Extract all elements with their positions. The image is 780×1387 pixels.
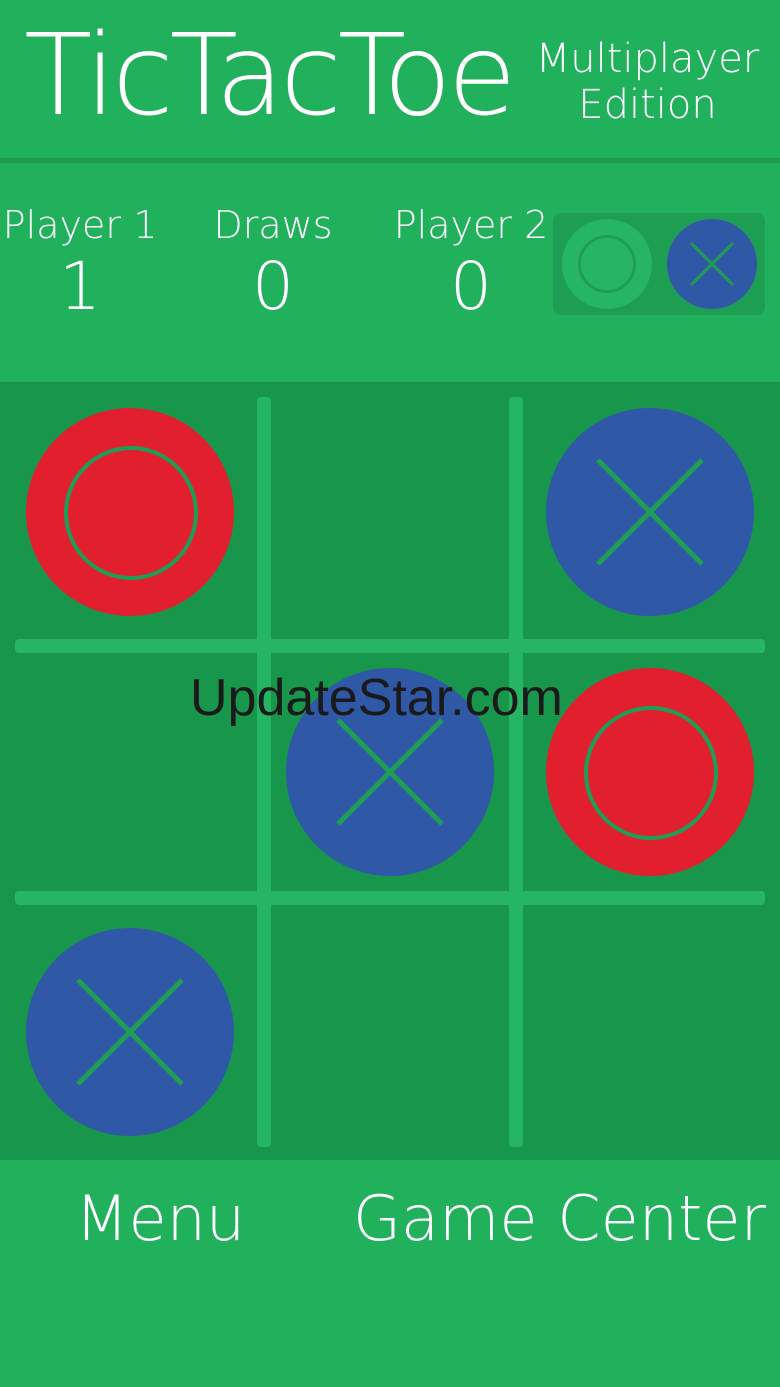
header-divider — [0, 158, 780, 163]
turn-indicator — [553, 213, 765, 315]
subtitle-line-1: Multiplayer — [535, 36, 760, 82]
game-center-button[interactable]: Game Center — [353, 1182, 766, 1255]
board-cell-3-1[interactable] — [10, 912, 250, 1152]
board-cell-3-2[interactable] — [270, 912, 510, 1152]
player2-score: Player 2 0 — [386, 203, 556, 326]
menu-button[interactable]: Menu — [75, 1182, 245, 1255]
board-cell-1-3[interactable] — [530, 392, 770, 632]
x-piece-icon — [546, 408, 754, 616]
grid-line-h1 — [15, 639, 765, 653]
o-piece-icon — [546, 668, 754, 876]
player2-value: 0 — [450, 247, 492, 325]
header: TicTacToe Multiplayer Edition — [0, 0, 780, 160]
o-piece-icon — [26, 408, 234, 616]
draws-value: 0 — [252, 247, 294, 325]
board-cell-3-3[interactable] — [530, 912, 770, 1152]
game-board — [0, 382, 780, 1160]
x-symbol-icon — [667, 219, 757, 309]
board-cell-1-2[interactable] — [270, 392, 510, 632]
o-symbol-icon — [562, 219, 652, 309]
edition-subtitle: Multiplayer Edition — [535, 36, 760, 128]
grid-line-h2 — [15, 891, 765, 905]
player1-value: 1 — [59, 247, 101, 325]
player1-label: Player 1 — [2, 203, 158, 247]
board-cell-2-3[interactable] — [530, 652, 770, 892]
app-title: TicTacToe — [24, 11, 517, 141]
board-cell-1-1[interactable] — [10, 392, 250, 632]
watermark: UpdateStar.com — [190, 669, 563, 727]
draws-label: Draws — [213, 203, 333, 247]
x-piece-icon — [26, 928, 234, 1136]
player1-score: Player 1 1 — [0, 203, 165, 326]
grid-line-v2 — [509, 397, 523, 1147]
draws-score: Draws 0 — [188, 203, 358, 326]
player2-label: Player 2 — [393, 203, 549, 247]
subtitle-line-2: Edition — [578, 82, 717, 128]
grid-line-v1 — [257, 397, 271, 1147]
